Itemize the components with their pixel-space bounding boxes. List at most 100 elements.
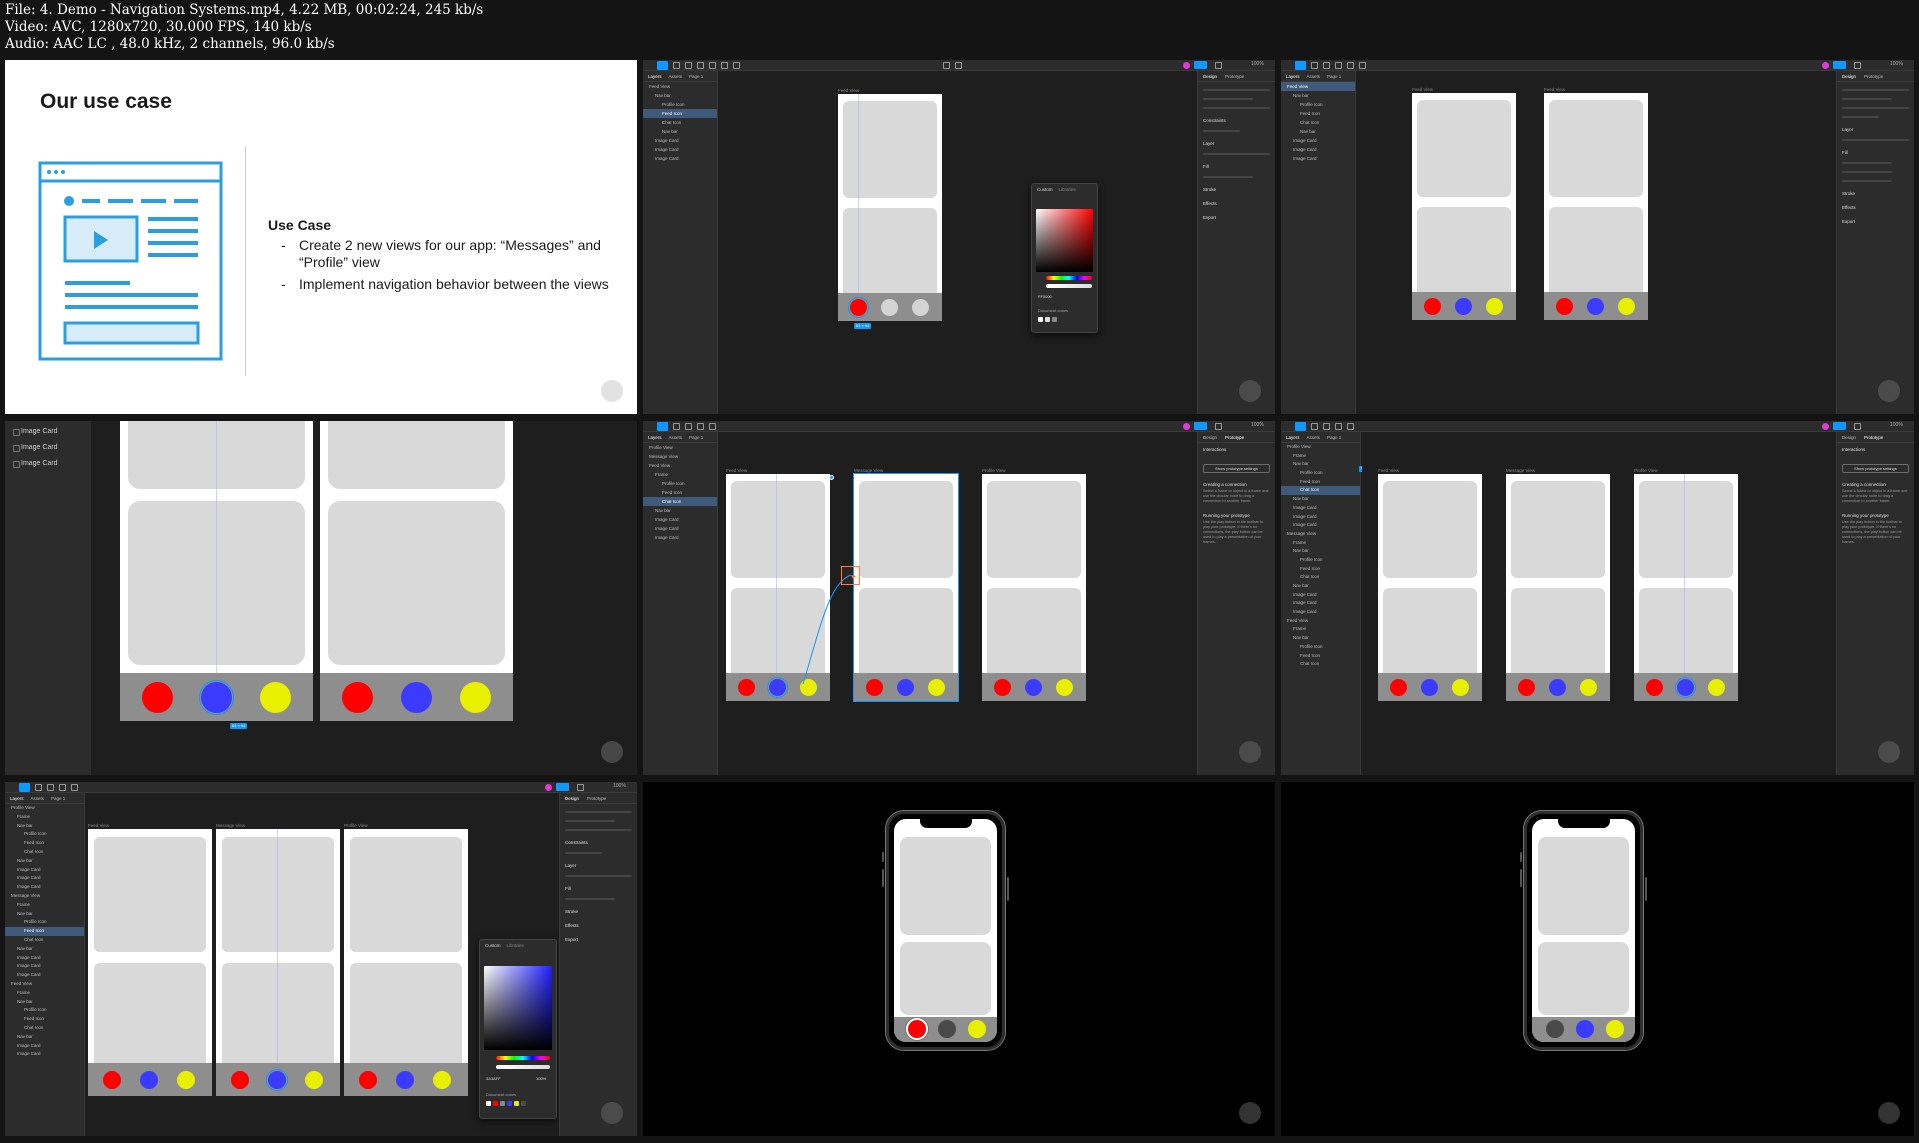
chat-icon[interactable] xyxy=(305,1071,323,1089)
hex-value[interactable]: FF0000 xyxy=(1038,294,1052,299)
zoom-level[interactable]: 100% xyxy=(613,783,626,789)
feed-icon[interactable] xyxy=(266,1069,288,1091)
profile-icon[interactable] xyxy=(103,1071,121,1089)
layer-item[interactable]: Nav bar xyxy=(1281,127,1355,136)
image-card[interactable] xyxy=(987,480,1081,579)
feed-icon[interactable] xyxy=(938,1020,956,1038)
property-row[interactable] xyxy=(1203,130,1240,132)
feed-icon[interactable] xyxy=(1576,1020,1594,1038)
layer-item[interactable]: Profile View xyxy=(643,443,717,452)
shape-icon[interactable] xyxy=(47,784,54,791)
layer-item[interactable]: Nav bar xyxy=(1281,582,1360,591)
layer-item[interactable]: Image Card xyxy=(1281,136,1355,145)
profile-icon[interactable] xyxy=(1518,679,1535,696)
phone-screen[interactable] xyxy=(1532,819,1635,1042)
color-swatch[interactable] xyxy=(507,1101,512,1106)
layer-item[interactable]: Message View xyxy=(1281,530,1360,539)
feed-view-frame[interactable] xyxy=(88,829,212,1096)
layer-item[interactable]: Feed Icon xyxy=(643,488,717,497)
profile-icon[interactable] xyxy=(359,1071,377,1089)
image-card[interactable] xyxy=(1549,206,1643,302)
layer-item[interactable]: Feed View xyxy=(5,980,84,989)
color-swatch[interactable] xyxy=(1038,317,1043,322)
property-row[interactable] xyxy=(565,811,632,813)
component-icon[interactable] xyxy=(943,62,950,69)
feed-view-frame[interactable] xyxy=(1378,474,1482,701)
editor-canvas[interactable]: Feed View 64 × 64 xyxy=(719,71,1196,414)
image-card[interactable] xyxy=(94,837,206,952)
property-row[interactable] xyxy=(1203,176,1254,178)
color-swatch[interactable] xyxy=(486,1101,491,1106)
layer-item[interactable]: Chat Icon xyxy=(1281,573,1360,582)
text-icon[interactable] xyxy=(1347,423,1354,430)
image-card[interactable] xyxy=(1383,480,1477,579)
nav-bar[interactable] xyxy=(120,673,313,721)
feed-icon[interactable] xyxy=(199,680,234,715)
zoom-level[interactable]: 100% xyxy=(1251,61,1264,67)
feed-icon[interactable] xyxy=(140,1071,158,1089)
layer-item[interactable]: Frame xyxy=(643,470,717,479)
mask-icon[interactable] xyxy=(955,62,962,69)
image-card[interactable] xyxy=(350,837,462,952)
image-card[interactable] xyxy=(1639,480,1733,579)
chat-icon[interactable] xyxy=(460,682,491,713)
avatar[interactable] xyxy=(1822,62,1829,69)
image-card[interactable] xyxy=(350,962,462,1075)
chat-icon[interactable] xyxy=(912,299,929,316)
property-row[interactable] xyxy=(1842,180,1893,182)
feed-view-frame[interactable] xyxy=(120,421,313,721)
chat-icon[interactable] xyxy=(1486,298,1503,315)
image-card[interactable] xyxy=(1639,587,1733,683)
hand-icon[interactable] xyxy=(1359,62,1366,69)
layer-item[interactable]: Feed Icon xyxy=(5,927,84,936)
chat-icon[interactable] xyxy=(968,1020,986,1038)
layer-item[interactable]: Image Card xyxy=(5,954,84,963)
feed-icon[interactable] xyxy=(1421,679,1438,696)
property-row[interactable] xyxy=(1842,171,1893,173)
layer-item[interactable]: Image Card xyxy=(643,145,717,154)
text-icon[interactable] xyxy=(709,62,716,69)
frame-icon[interactable] xyxy=(673,423,680,430)
share-button[interactable] xyxy=(556,783,569,791)
avatar[interactable] xyxy=(1183,423,1190,430)
layer-item[interactable]: Image Card xyxy=(13,424,58,440)
layer-item[interactable]: Image Card xyxy=(5,883,84,892)
nav-bar[interactable] xyxy=(1532,1017,1635,1042)
layer-item[interactable]: Nav bar xyxy=(5,998,84,1007)
editor-canvas[interactable]: Feed View Message View Profile View xyxy=(1362,432,1835,775)
shape-icon[interactable] xyxy=(685,423,692,430)
page-selector[interactable]: Page 1 xyxy=(689,435,703,440)
layer-item[interactable]: Profile Icon xyxy=(1281,100,1355,109)
page-selector[interactable]: Page 1 xyxy=(1327,74,1341,79)
layer-item[interactable]: Feed View xyxy=(1281,617,1360,626)
chat-icon[interactable] xyxy=(928,679,945,696)
text-icon[interactable] xyxy=(709,423,716,430)
layer-item[interactable]: Chat Icon xyxy=(643,497,717,506)
feed-icon[interactable] xyxy=(1675,677,1696,698)
avatar[interactable] xyxy=(545,784,552,791)
color-swatch[interactable] xyxy=(500,1101,505,1106)
layer-item[interactable]: Nav bar xyxy=(5,1033,84,1042)
nav-bar[interactable] xyxy=(982,673,1086,701)
opacity-slider[interactable] xyxy=(1046,284,1092,288)
layer-item[interactable]: Frame xyxy=(5,989,84,998)
frame-icon[interactable] xyxy=(35,784,42,791)
chat-icon[interactable] xyxy=(433,1071,451,1089)
image-card[interactable] xyxy=(1417,206,1511,302)
property-row[interactable] xyxy=(1842,107,1909,109)
feed-view-frame[interactable] xyxy=(838,94,942,321)
chat-icon[interactable] xyxy=(800,679,817,696)
property-row[interactable] xyxy=(1842,116,1879,118)
nav-bar[interactable] xyxy=(88,1063,212,1096)
property-row[interactable] xyxy=(1203,89,1270,91)
layer-item[interactable]: Image Card xyxy=(1281,154,1355,163)
property-row[interactable] xyxy=(565,852,602,854)
cursor-icon[interactable] xyxy=(657,422,668,431)
image-card[interactable] xyxy=(731,587,825,683)
play-icon[interactable] xyxy=(577,784,584,791)
share-button[interactable] xyxy=(1194,422,1207,430)
layer-item[interactable]: Feed Icon xyxy=(5,1015,84,1024)
color-swatch[interactable] xyxy=(1052,317,1057,322)
layer-item[interactable]: Frame xyxy=(1281,625,1360,634)
shape-icon[interactable] xyxy=(1323,62,1330,69)
